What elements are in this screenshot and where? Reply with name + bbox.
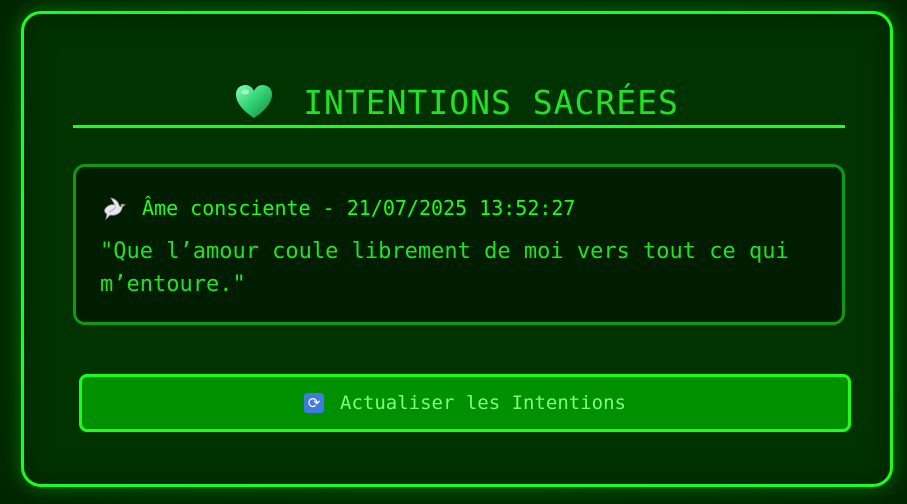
title-row: INTENTIONS SACRÉES	[24, 72, 890, 132]
entry-text: "Que l’amour coule librement de moi vers…	[100, 239, 789, 297]
intention-entry: Âme consciente - 21/07/2025 13:52:27 "Qu…	[73, 164, 845, 325]
refresh-button-label: Actualiser les Intentions	[340, 392, 626, 414]
intentions-panel: INTENTIONS SACRÉES Âme consciente - 21/0…	[21, 11, 893, 487]
entry-meta: Âme consciente - 21/07/2025 13:52:27	[142, 196, 576, 220]
title-divider	[73, 125, 845, 128]
page-title: INTENTIONS SACRÉES	[303, 82, 679, 122]
entry-header: Âme consciente - 21/07/2025 13:52:27	[102, 195, 575, 221]
green-heart-icon	[236, 85, 273, 118]
refresh-icon: ⟳	[304, 393, 324, 413]
refresh-intentions-button[interactable]: ⟳ Actualiser les Intentions	[79, 374, 851, 432]
dove-icon	[104, 197, 126, 221]
